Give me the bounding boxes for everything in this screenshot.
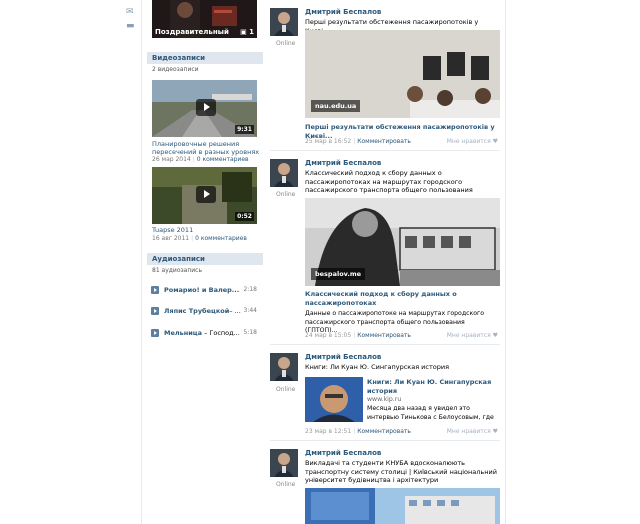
audio-header[interactable]: Аудиозаписи (147, 253, 263, 265)
author-avatar[interactable] (270, 353, 298, 381)
audio-duration: 3:44 (243, 307, 257, 314)
video-meta: 16 авг 2011 | 0 комментариев (152, 235, 247, 242)
left-nav: ✉ ▬ (0, 0, 141, 524)
videos-header[interactable]: Видеозаписи (147, 52, 263, 64)
audio-count: 81 аудиозапись (152, 267, 203, 274)
page: ✉ ▬ Поздравительный ▣ 1 Видеозаписи 2 ви… (0, 0, 640, 524)
link-site: www.kip.ru (367, 396, 402, 403)
heart-icon: ♥ (492, 332, 498, 339)
audio-title: Ляпис Трубецкой– ... (164, 307, 241, 315)
post-meta: 24 мар в 15:05 | Комментировать Мне нравит… (305, 332, 498, 339)
link-preview-image[interactable]: nau.edu.ua (305, 30, 500, 118)
post-divider (270, 440, 500, 441)
audio-section: Аудиозаписи 81 аудиозапись (147, 253, 263, 276)
video-duration: 9:31 (235, 125, 254, 134)
post-meta: 25 мар в 16:52 | Комментировать Мне нравит… (305, 138, 498, 145)
post-divider (270, 344, 500, 345)
link-preview-image[interactable]: bespalov.me (305, 198, 500, 286)
post-author[interactable]: Дмитрий Беспалов (305, 449, 381, 457)
post-date[interactable]: 25 мар в 16:52 (305, 138, 351, 145)
audio-track[interactable]: Мельница – Господ... 5:18 (151, 328, 257, 338)
video-title[interactable]: Tuapse 2011 (152, 226, 262, 234)
post-date[interactable]: 23 мар в 12:51 (305, 428, 351, 435)
post-author[interactable]: Дмитрий Беспалов (305, 8, 381, 16)
play-icon (196, 99, 216, 116)
audio-duration: 5:18 (243, 329, 257, 336)
video-comments[interactable]: 0 комментариев (197, 156, 249, 163)
book-cover-image[interactable] (305, 377, 363, 422)
comment-button[interactable]: Комментировать (357, 138, 411, 145)
like-button[interactable]: Мне нравится ♥ (447, 332, 498, 339)
audio-track[interactable]: Ляпис Трубецкой– ... 3:44 (151, 306, 257, 316)
link-site: bespalov.me (311, 268, 366, 280)
audio-title: Мельница – Господ... (164, 329, 240, 337)
post-date[interactable]: 24 мар в 15:05 (305, 332, 351, 339)
avatar-image (270, 449, 298, 477)
video-title[interactable]: Планировочные решения пересечений в разн… (152, 140, 262, 156)
video-thumbnail[interactable]: 9:31 (152, 80, 257, 137)
right-area (505, 0, 640, 524)
album-thumbnail[interactable]: Поздравительный ▣ 1 (152, 0, 257, 38)
album-caption: Поздравительный (155, 28, 229, 36)
link-preview-image[interactable] (305, 488, 500, 524)
avatar-image (270, 8, 298, 36)
author-avatar[interactable] (270, 8, 298, 36)
video-date: 26 мар 2014 (152, 156, 191, 163)
video-date: 16 авг 2011 (152, 235, 190, 242)
link-title[interactable]: Книги: Ли Куан Ю. Сингапурская история (367, 378, 497, 395)
post-text: Викладачі та студенти КНУБА вдосконалюют… (305, 459, 497, 484)
comment-button[interactable]: Комментировать (357, 428, 411, 435)
play-icon (196, 186, 216, 203)
play-icon[interactable] (151, 329, 159, 337)
heart-icon: ♥ (492, 138, 498, 145)
album-count: ▣ 1 (240, 28, 254, 36)
preview-image (305, 377, 363, 422)
play-icon[interactable] (151, 307, 159, 315)
audio-duration: 2:18 (243, 286, 257, 293)
videos-count: 2 видеозаписи (152, 66, 199, 73)
comment-icon[interactable]: ▬ (126, 22, 136, 31)
link-description: Месяца два назад я увидел это интервью Т… (367, 405, 494, 421)
post-text: Книги: Ли Куан Ю. Сингапурская история (305, 363, 449, 371)
post-meta: 23 мар в 12:51 | Комментировать Мне нравит… (305, 428, 498, 435)
like-button[interactable]: Мне нравится ♥ (447, 138, 498, 145)
post-text: Классический подход к сбору данных о пас… (305, 169, 473, 194)
link-title[interactable]: Классический подход к сбору данных о пас… (305, 290, 500, 307)
comment-button[interactable]: Комментировать (357, 332, 411, 339)
online-status: Online (276, 481, 296, 488)
avatar-image (270, 353, 298, 381)
like-button[interactable]: Мне нравится ♥ (447, 428, 498, 435)
avatar-image (270, 159, 298, 187)
video-duration: 0:52 (235, 212, 254, 221)
online-status: Online (276, 40, 296, 47)
video-comments[interactable]: 0 комментариев (195, 235, 247, 242)
link-site: nau.edu.ua (311, 100, 361, 112)
author-avatar[interactable] (270, 449, 298, 477)
videos-section: Видеозаписи 2 видеозаписи (147, 52, 263, 75)
heart-icon: ♥ (492, 428, 498, 435)
audio-title: Ромарио! и Валер... (164, 286, 240, 294)
post-author[interactable]: Дмитрий Беспалов (305, 353, 381, 361)
video-thumbnail[interactable]: 0:52 (152, 167, 257, 224)
video-meta: 26 мар 2014 | 0 комментариев (152, 156, 249, 163)
play-icon[interactable] (151, 286, 159, 294)
post-divider (270, 150, 500, 151)
preview-image (305, 488, 500, 524)
online-status: Online (276, 191, 296, 198)
online-status: Online (276, 386, 296, 393)
post-author[interactable]: Дмитрий Беспалов (305, 159, 381, 167)
author-avatar[interactable] (270, 159, 298, 187)
audio-track[interactable]: Ромарио! и Валер... 2:18 (151, 285, 257, 295)
mail-icon[interactable]: ✉ (126, 8, 136, 17)
